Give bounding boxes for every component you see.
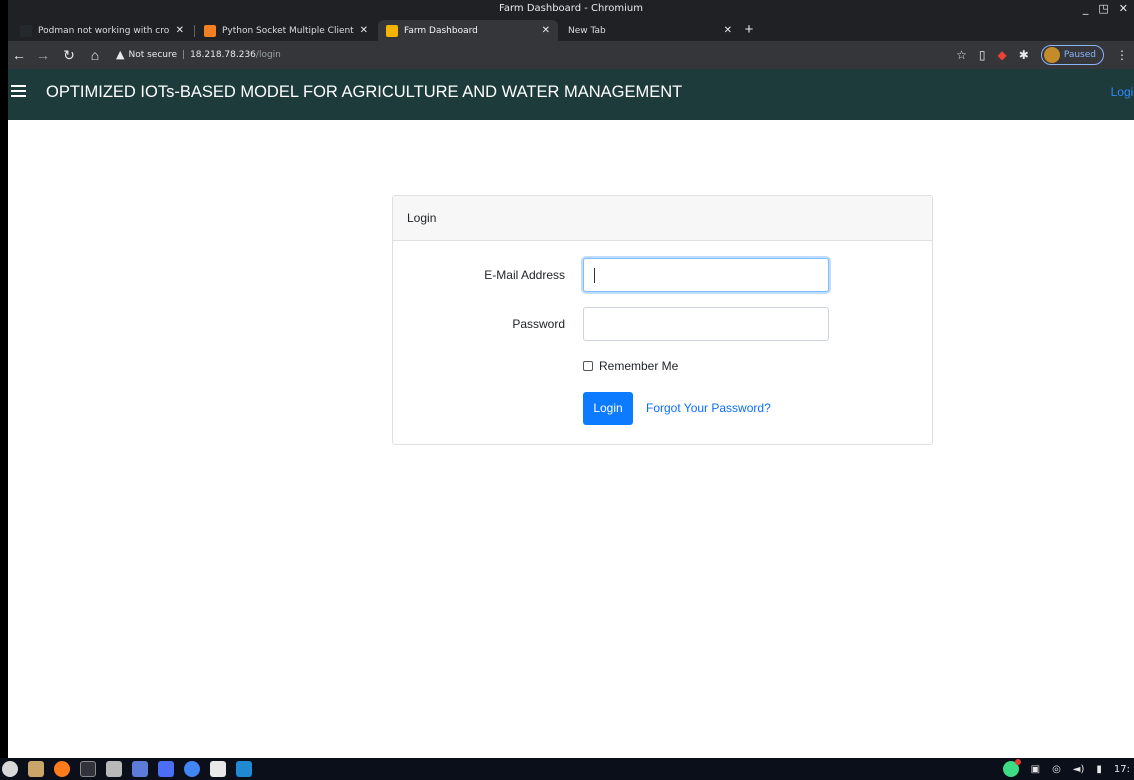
new-tab-icon[interactable]: + <box>740 21 758 39</box>
login-button[interactable]: Login <box>583 392 633 425</box>
close-tab-icon[interactable]: ✕ <box>542 25 550 36</box>
home-icon[interactable]: ⌂ <box>86 46 104 64</box>
password-field[interactable] <box>583 307 829 341</box>
tab-title: New Tab <box>568 25 606 36</box>
tab-new-tab[interactable]: New Tab ✕ <box>560 20 740 41</box>
tab-title: Podman not working with cron · Issu <box>38 25 170 36</box>
chromium-icon[interactable] <box>184 761 200 777</box>
battery-icon[interactable]: ▮ <box>1096 764 1102 775</box>
tab-python-socket[interactable]: Python Socket Multiple Clients - Sta ✕ <box>196 20 376 41</box>
wifi-icon[interactable]: ◎ <box>1052 764 1061 775</box>
password-label: Password <box>512 317 565 331</box>
close-tab-icon[interactable]: ✕ <box>360 25 368 36</box>
clock[interactable]: 17: <box>1114 764 1130 775</box>
hamburger-menu-icon[interactable] <box>11 85 26 98</box>
phone-call-icon[interactable] <box>1002 759 1021 777</box>
restore-icon[interactable]: ◳ <box>1098 0 1108 17</box>
window-title: Farm Dashboard - Chromium <box>499 3 643 14</box>
phone-icon[interactable]: ▯ <box>979 48 986 62</box>
archive-icon[interactable] <box>28 761 44 777</box>
vscode-icon[interactable] <box>236 761 252 777</box>
reload-icon[interactable]: ↻ <box>60 46 78 64</box>
forward-arrow-icon[interactable]: → <box>34 46 52 64</box>
login-card: Login E-Mail Address Password Remember M… <box>392 195 933 445</box>
profile-status: Paused <box>1063 50 1096 60</box>
nav-login-link[interactable]: Login <box>1111 85 1134 99</box>
close-tab-icon[interactable]: ✕ <box>724 25 732 36</box>
extensions-puzzle-icon[interactable]: ✱ <box>1019 48 1029 62</box>
volume-icon[interactable]: ◄) <box>1073 764 1085 775</box>
app-title: OPTIMIZED IOTs-BASED MODEL FOR AGRICULTU… <box>46 83 683 101</box>
window-controls: _ ◳ ✕ <box>1083 0 1134 17</box>
files-icon[interactable] <box>106 761 122 777</box>
tab-farm-dashboard[interactable]: Farm Dashboard ✕ <box>378 20 558 41</box>
system-tray: ▣ ◎ ◄) ▮ 17: <box>1002 758 1134 780</box>
window-titlebar: Farm Dashboard - Chromium _ ◳ ✕ <box>8 0 1134 17</box>
menu-launcher-icon[interactable] <box>2 761 18 777</box>
remember-me-checkbox[interactable] <box>583 361 593 371</box>
os-taskbar: ▣ ◎ ◄) ▮ 17: <box>0 758 1134 780</box>
tab-title: Python Socket Multiple Clients - Sta <box>222 25 354 36</box>
firefox-icon[interactable] <box>54 761 70 777</box>
forgot-password-link[interactable]: Forgot Your Password? <box>646 401 771 415</box>
security-label[interactable]: Not secure <box>128 44 177 66</box>
back-arrow-icon[interactable]: ← <box>10 46 28 64</box>
clipboard-icon[interactable]: ▣ <box>1031 764 1040 775</box>
stackoverflow-icon <box>204 24 216 37</box>
email-field[interactable] <box>583 258 829 292</box>
url-path: /login <box>255 50 281 60</box>
avatar <box>1043 47 1060 63</box>
remember-me-label[interactable]: Remember Me <box>599 359 678 373</box>
app-icon[interactable] <box>210 761 226 777</box>
web-page: OPTIMIZED IOTs-BASED MODEL FOR AGRICULTU… <box>8 69 1134 758</box>
bookmark-star-icon[interactable]: ☆ <box>956 48 967 62</box>
minimize-icon[interactable]: _ <box>1083 0 1089 17</box>
email-label: E-Mail Address <box>484 268 565 282</box>
menu-kebab-icon[interactable]: ⋮ <box>1116 48 1128 62</box>
warning-icon[interactable]: ▲ <box>116 44 124 66</box>
close-window-icon[interactable]: ✕ <box>1119 0 1128 17</box>
extension-icon[interactable]: ◆ <box>998 48 1007 62</box>
windows-icon[interactable] <box>132 761 148 777</box>
address-bar[interactable]: ▲ Not secure | 18.218.78.236 /login <box>116 44 946 66</box>
url-host: 18.218.78.236 <box>190 50 256 60</box>
browser-window: Farm Dashboard - Chromium _ ◳ ✕ Podman n… <box>8 0 1134 758</box>
tab-title: Farm Dashboard <box>404 25 478 36</box>
tab-podman[interactable]: Podman not working with cron · Issu ✕ <box>12 20 192 41</box>
terminal-icon[interactable] <box>80 761 96 777</box>
card-header: Login <box>393 196 932 241</box>
github-icon <box>20 24 32 37</box>
tab-strip: Podman not working with cron · Issu ✕ Py… <box>8 17 1134 41</box>
toolbar-actions: ☆ ▯ ◆ ✱ Paused ⋮ <box>956 45 1134 65</box>
farm-dashboard-favicon-icon <box>386 24 398 37</box>
browser-toolbar: ← → ↻ ⌂ ▲ Not secure | 18.218.78.236 /lo… <box>8 41 1134 69</box>
profile-paused-chip[interactable]: Paused <box>1040 45 1104 65</box>
close-tab-icon[interactable]: ✕ <box>176 25 184 36</box>
app-icon[interactable] <box>158 761 174 777</box>
text-caret <box>594 268 595 283</box>
address-divider: | <box>182 50 186 60</box>
tab-divider <box>194 25 195 37</box>
remember-me[interactable]: Remember Me <box>583 359 678 373</box>
app-navbar: OPTIMIZED IOTs-BASED MODEL FOR AGRICULTU… <box>8 69 1134 120</box>
